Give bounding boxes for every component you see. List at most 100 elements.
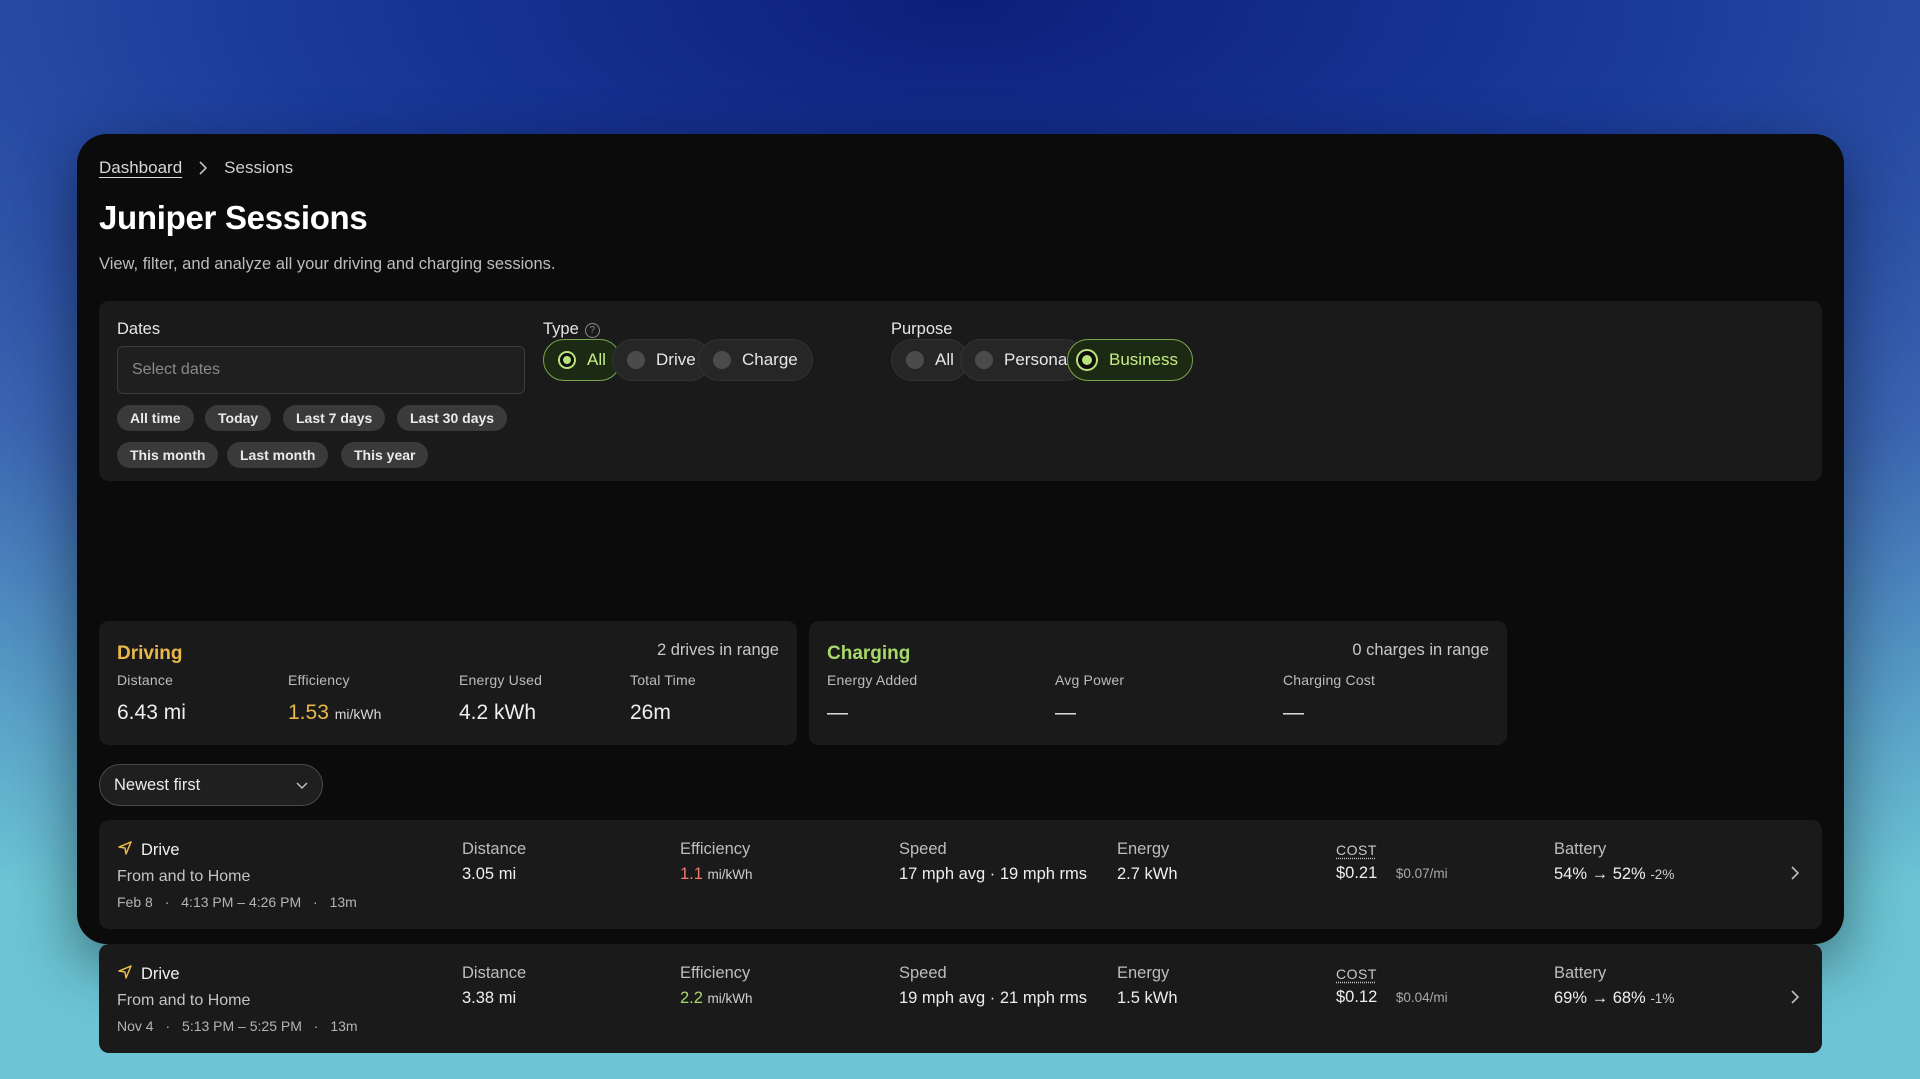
metric-value: 4.2 kWh <box>459 701 537 724</box>
session-battery-label: Battery <box>1554 840 1607 858</box>
metric-energy-added: Energy Added — <box>827 672 917 725</box>
date-chip-last-30-days[interactable]: Last 30 days <box>397 405 508 431</box>
session-row[interactable]: Drive From and to Home Feb 8 · 4:13 PM –… <box>99 820 1822 929</box>
date-chip-all-time[interactable]: All time <box>117 405 194 431</box>
date-chip-this-month[interactable]: This month <box>117 442 219 468</box>
session-energy-value: 2.7 kWh <box>1117 865 1178 883</box>
session-duration: 13m <box>330 1018 358 1034</box>
session-efficiency: Efficiency 2.2 mi/kWh <box>680 964 753 1008</box>
metric-value: 1.53 <box>288 701 329 724</box>
type-label: Type <box>543 320 579 338</box>
session-cost-label[interactable]: COST <box>1336 842 1448 858</box>
metric-avg-power: Avg Power — <box>1055 672 1124 725</box>
session-distance-label: Distance <box>462 840 527 858</box>
metric-total-time: Total Time 26m <box>630 672 696 725</box>
session-energy-label: Energy <box>1117 964 1170 982</box>
session-speed-value: 19 mph avg · 21 mph rms <box>899 989 1087 1007</box>
session-speed-value: 17 mph avg · 19 mph rms <box>899 865 1087 883</box>
session-speed-label: Speed <box>899 964 947 982</box>
page-title: Juniper Sessions <box>99 199 368 236</box>
metric-label: Efficiency <box>288 672 350 688</box>
session-distance-value: 3.38 mi <box>462 989 517 1007</box>
purpose-option-business[interactable]: Business <box>1067 339 1193 381</box>
breadcrumb: Dashboard Sessions <box>99 156 1822 180</box>
type-option-charge[interactable]: Charge <box>698 339 813 381</box>
metric-value: 26m <box>630 701 671 724</box>
metric-value: 6.43 mi <box>117 701 186 724</box>
session-efficiency-value: 1.1 <box>680 865 703 883</box>
session-efficiency-unit: mi/kWh <box>707 867 753 882</box>
radio-unselected-icon <box>627 351 645 369</box>
metric-label: Avg Power <box>1055 672 1125 688</box>
session-distance: Distance 3.38 mi <box>462 964 526 1008</box>
session-meta: Nov 4 · 5:13 PM – 5:25 PM · 13m <box>117 1018 358 1034</box>
session-speed: Speed 19 mph avg · 21 mph rms <box>899 964 1087 1008</box>
session-distance-label: Distance <box>462 964 527 982</box>
session-energy: Energy 2.7 kWh <box>1117 840 1178 884</box>
session-date: Feb 8 <box>117 894 153 910</box>
navigation-arrow-icon <box>117 840 133 861</box>
metric-value: — <box>1283 701 1304 724</box>
driving-summary: Driving 2 drives in range Distance 6.43 … <box>99 621 797 745</box>
date-chip-this-year[interactable]: This year <box>341 442 429 468</box>
type-label-wrap: Type? <box>543 320 600 339</box>
chevron-right-icon[interactable] <box>1790 990 1800 1009</box>
breadcrumb-dashboard-link[interactable]: Dashboard <box>99 158 182 178</box>
chevron-right-icon <box>196 161 210 175</box>
sort-select[interactable]: Newest first <box>99 764 323 806</box>
type-option-all[interactable]: All <box>543 339 621 381</box>
date-range-input[interactable]: Select dates <box>117 346 525 394</box>
session-efficiency-label: Efficiency <box>680 964 751 982</box>
session-speed-label: Speed <box>899 840 947 858</box>
session-battery-label: Battery <box>1554 964 1607 982</box>
purpose-option-label: All <box>935 350 954 369</box>
radio-unselected-icon <box>975 351 993 369</box>
session-battery-value: 69% → 68% <box>1554 989 1646 1007</box>
metric-label: Distance <box>117 672 174 688</box>
date-chip-last-7-days[interactable]: Last 7 days <box>283 405 386 431</box>
session-time: 4:13 PM – 4:26 PM <box>181 894 302 910</box>
purpose-option-all[interactable]: All <box>891 339 969 381</box>
session-row[interactable]: Drive From and to Home Nov 4 · 5:13 PM –… <box>99 944 1822 1053</box>
session-efficiency-value: 2.2 <box>680 989 703 1007</box>
purpose-label: Purpose <box>891 320 953 338</box>
chevron-down-icon <box>296 776 308 795</box>
session-type-label: Drive <box>141 841 180 859</box>
purpose-option-label: Personal <box>1004 350 1072 369</box>
session-cost-value: $0.21 <box>1336 864 1378 882</box>
sort-select-value: Newest first <box>114 775 201 794</box>
metric-value: — <box>1055 701 1076 724</box>
chevron-right-icon[interactable] <box>1790 866 1800 885</box>
session-cost-label[interactable]: COST <box>1336 966 1448 982</box>
radio-unselected-icon <box>713 351 731 369</box>
type-option-label: Drive <box>656 350 696 369</box>
page-background: { "breadcrumb": { "parent": "Dashboard",… <box>0 0 1920 1079</box>
session-speed: Speed 17 mph avg · 19 mph rms <box>899 840 1087 884</box>
page-subtitle: View, filter, and analyze all your drivi… <box>99 255 556 273</box>
session-energy-label: Energy <box>1117 840 1170 858</box>
type-option-drive[interactable]: Drive <box>612 339 711 381</box>
metric-unit: mi/kWh <box>334 706 382 722</box>
session-meta: Feb 8 · 4:13 PM – 4:26 PM · 13m <box>117 894 357 910</box>
help-circle-icon[interactable]: ? <box>584 323 600 338</box>
metric-value: — <box>827 701 848 724</box>
type-option-label: All <box>587 350 606 369</box>
date-chip-last-month[interactable]: Last month <box>227 442 329 468</box>
session-efficiency-unit: mi/kWh <box>707 991 753 1006</box>
session-time: 5:13 PM – 5:25 PM <box>182 1018 302 1034</box>
metric-energy-used: Energy Used 4.2 kWh <box>459 672 542 725</box>
session-energy-value: 1.5 kWh <box>1117 989 1178 1007</box>
charging-range: 0 charges in range <box>1352 641 1489 659</box>
session-route: From and to Home <box>117 868 251 885</box>
session-cost-per-mile: $0.04/mi <box>1395 990 1448 1005</box>
session-battery: Battery 69% → 68% -1% <box>1554 964 1674 1008</box>
charging-title: Charging <box>827 643 911 664</box>
driving-range: 2 drives in range <box>657 641 779 659</box>
date-chip-today[interactable]: Today <box>205 405 272 431</box>
session-type-label: Drive <box>141 965 180 983</box>
filters-panel: Dates Select dates All time Today Last 7… <box>99 301 1822 481</box>
session-battery: Battery 54% → 52% -2% <box>1554 840 1674 884</box>
radio-unselected-icon <box>906 351 924 369</box>
dates-label: Dates <box>117 320 161 338</box>
session-efficiency-wrap: 1.1 mi/kWh <box>680 865 753 884</box>
